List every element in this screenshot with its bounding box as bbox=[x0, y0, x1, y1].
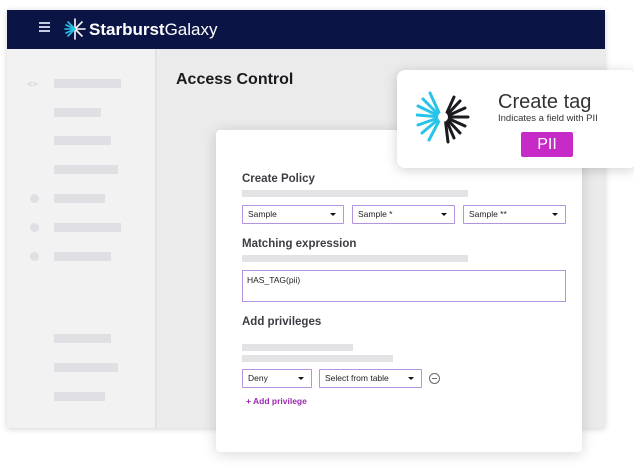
policy-select-3[interactable]: Sample ** bbox=[463, 205, 566, 224]
minus-circle-icon[interactable] bbox=[429, 373, 440, 384]
starburst-logo-icon bbox=[64, 18, 86, 40]
sidebar-dot-icon bbox=[30, 252, 39, 261]
privilege-action-select[interactable]: Deny bbox=[242, 369, 312, 388]
caret-down-icon bbox=[330, 213, 336, 216]
sidebar-item-placeholder[interactable] bbox=[54, 108, 101, 117]
policy-select-2[interactable]: Sample * bbox=[352, 205, 455, 224]
sidebar-item-placeholder[interactable] bbox=[54, 363, 118, 372]
sidebar-item-placeholder[interactable] bbox=[54, 223, 121, 232]
starburst-burst-icon bbox=[416, 91, 470, 144]
sidebar-item-placeholder[interactable] bbox=[54, 79, 121, 88]
sidebar-item-placeholder[interactable] bbox=[54, 252, 111, 261]
create-policy-heading: Create Policy bbox=[242, 173, 315, 185]
text-placeholder bbox=[242, 255, 468, 262]
page-title: Access Control bbox=[176, 71, 294, 88]
caret-down-icon bbox=[298, 377, 304, 380]
sidebar-item-placeholder[interactable] bbox=[54, 136, 111, 145]
select-value: Sample bbox=[248, 209, 277, 219]
caret-down-icon bbox=[408, 377, 414, 380]
brand-light: Galaxy bbox=[164, 20, 218, 39]
matching-expression-input[interactable]: HAS_TAG(pii) bbox=[242, 270, 566, 302]
caret-down-icon bbox=[552, 213, 558, 216]
hamburger-icon[interactable] bbox=[39, 22, 50, 32]
privilege-scope-select[interactable]: Select from table bbox=[319, 369, 422, 388]
text-placeholder bbox=[242, 355, 393, 362]
select-value: Deny bbox=[248, 373, 268, 383]
text-placeholder bbox=[242, 190, 468, 197]
brand-name[interactable]: StarburstGalaxy bbox=[89, 20, 218, 40]
select-value: Select from table bbox=[325, 373, 389, 383]
sidebar-dot-icon bbox=[30, 194, 39, 203]
sidebar-item-placeholder[interactable] bbox=[54, 165, 118, 174]
sidebar-item-placeholder[interactable] bbox=[54, 392, 105, 401]
policy-form-card: Create Policy Sample Sample * Sample ** … bbox=[216, 130, 582, 452]
create-tag-subtitle: Indicates a field with PII bbox=[498, 113, 598, 124]
sidebar: <> bbox=[7, 49, 157, 428]
sidebar-item-placeholder[interactable] bbox=[54, 334, 111, 343]
create-tag-popup: Create tag Indicates a field with PII PI… bbox=[397, 70, 634, 168]
top-navigation-bar: StarburstGalaxy bbox=[7, 10, 605, 49]
sidebar-item-placeholder[interactable] bbox=[54, 194, 105, 203]
select-value: Sample ** bbox=[469, 209, 507, 219]
pii-tag-badge[interactable]: PII bbox=[521, 132, 573, 157]
matching-expression-heading: Matching expression bbox=[242, 238, 357, 250]
code-brackets-icon: <> bbox=[27, 80, 38, 90]
add-privilege-link[interactable]: + Add privilege bbox=[246, 396, 307, 406]
caret-down-icon bbox=[441, 213, 447, 216]
select-value: Sample * bbox=[358, 209, 393, 219]
brand-bold: Starburst bbox=[89, 20, 165, 39]
policy-select-1[interactable]: Sample bbox=[242, 205, 344, 224]
create-tag-title: Create tag bbox=[498, 91, 592, 113]
add-privileges-heading: Add privileges bbox=[242, 316, 322, 328]
sidebar-dot-icon bbox=[30, 223, 39, 232]
text-placeholder bbox=[242, 344, 353, 351]
